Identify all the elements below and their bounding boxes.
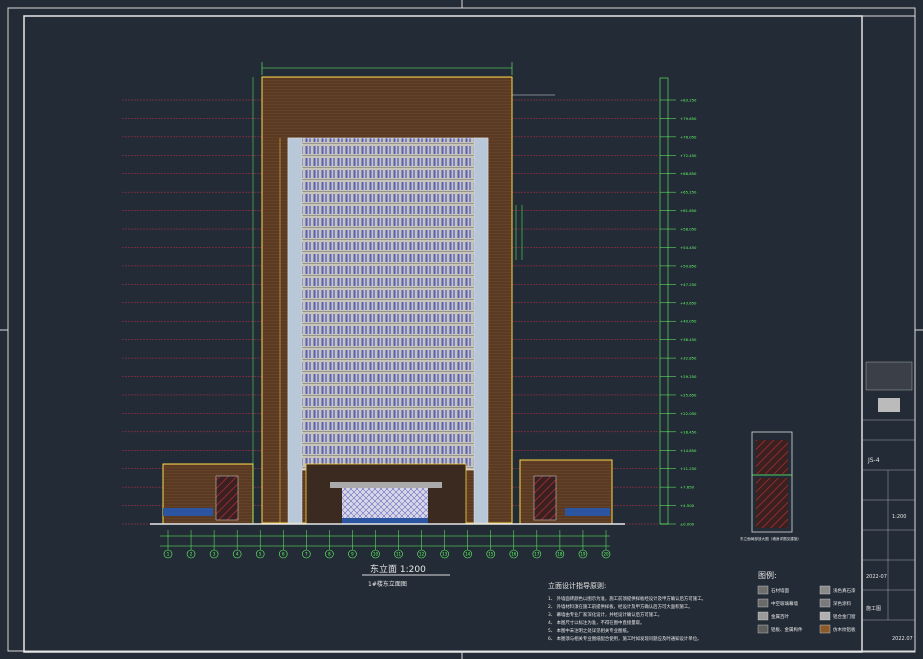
note-line: 6、 本图须与相关专业图纸配合使用，施工时如发现问题应及时通知设计单位。 bbox=[548, 635, 701, 642]
elevation-label: +76.050 bbox=[680, 134, 697, 139]
legend-label: 石材墙面 bbox=[771, 587, 789, 594]
grid-bubble-label: 10 bbox=[373, 552, 379, 557]
grid-bubble-label: 20 bbox=[603, 552, 609, 557]
grid-bubble-label: 6 bbox=[282, 552, 285, 557]
title-ratio: 1:200 bbox=[892, 514, 906, 520]
note-line: 1、 外墙面砖颜色以图示为准，施工前须提供样板经设计及甲方确认后方可施工。 bbox=[548, 595, 706, 602]
note-line: 4、 本图尺寸以标注为准，不得在图中直接量取。 bbox=[548, 619, 644, 626]
grid-bubble-label: 2 bbox=[190, 552, 193, 557]
elevation-label: +36.450 bbox=[680, 337, 697, 342]
legend-label: 浅色真石漆 bbox=[833, 587, 856, 594]
elevation-label: +54.450 bbox=[680, 245, 697, 250]
elevation-label: +72.450 bbox=[680, 153, 697, 158]
elevation-label: +58.050 bbox=[680, 227, 697, 232]
grid-bubble-label: 4 bbox=[236, 552, 239, 557]
elevation-label: +14.850 bbox=[680, 448, 697, 453]
grid-bubble-label: 15 bbox=[488, 552, 494, 557]
grid-bubble-label: 19 bbox=[580, 552, 586, 557]
legend-label: 仿木纹铝板 bbox=[833, 626, 856, 633]
legend-swatch bbox=[819, 598, 831, 608]
tower-side-annotation bbox=[512, 94, 555, 260]
drawing-subtitle: 1#楼东立面图 bbox=[368, 580, 407, 588]
legend-swatch bbox=[819, 585, 831, 595]
grid-bubble-label: 8 bbox=[328, 552, 331, 557]
grid-bubble-label: 11 bbox=[396, 552, 402, 557]
tower-curtain-wall bbox=[287, 137, 489, 471]
cad-drawing-canvas: JS-4 1:200 2022-07 施工图 2022.07 123456789… bbox=[0, 0, 923, 659]
title-stage: 施工图 bbox=[866, 605, 881, 612]
elevation-label: +29.250 bbox=[680, 374, 697, 379]
legend-swatch bbox=[757, 585, 769, 595]
legend-swatch bbox=[819, 624, 831, 634]
title-project-code: 2022-07 bbox=[866, 574, 887, 580]
legend-swatch bbox=[757, 598, 769, 608]
legend-label: 铝板、金属构件 bbox=[771, 626, 803, 633]
legend-label: 金属百叶 bbox=[771, 613, 789, 620]
axis-grid-bubbles: 1 2 3 4 5 6 7 8 9 10 11 12 13 14 15 16 17 18 19 20 bbox=[163, 530, 611, 559]
notes-title: 立面设计指导原则: bbox=[548, 581, 606, 590]
elevation-label: +83.250 bbox=[680, 98, 697, 103]
podium-left-canopy bbox=[163, 508, 213, 516]
elevation-label: +65.250 bbox=[680, 190, 697, 195]
grid-bubble-label: 13 bbox=[442, 552, 448, 557]
elevation-label: +43.650 bbox=[680, 300, 697, 305]
lobby-glazing bbox=[342, 488, 428, 522]
legend-label: 铝合金门窗 bbox=[833, 613, 856, 620]
drawing-scale-label: 东立面 1:200 bbox=[370, 563, 426, 575]
elevation-label: +25.650 bbox=[680, 392, 697, 397]
podium-right-canopy bbox=[565, 508, 610, 516]
grid-bubble-label: 18 bbox=[557, 552, 563, 557]
legend-label: 深色涂料 bbox=[833, 600, 851, 607]
grid-bubble-label: 16 bbox=[511, 552, 517, 557]
grid-bubble-label: 7 bbox=[305, 552, 308, 557]
grid-bubble-label: 9 bbox=[351, 552, 354, 557]
elevation-label: +47.250 bbox=[680, 282, 697, 287]
legend: 图例: 石材墙面 浅色真石漆中空玻璃幕墙 深色涂料金属百叶 铝合金门窗铝板、金属构件 仿… bbox=[757, 570, 856, 634]
grid-bubble-label: 3 bbox=[213, 552, 216, 557]
legend-title: 图例: bbox=[758, 570, 777, 580]
grid-bubble-label: 14 bbox=[465, 552, 471, 557]
legend-label: 中空玻璃幕墙 bbox=[771, 600, 798, 607]
title-block: JS-4 1:200 2022-07 施工图 2022.07 bbox=[861, 15, 916, 653]
lobby-canopy bbox=[330, 482, 442, 488]
elevation-label: +50.850 bbox=[680, 263, 697, 268]
legend-swatch bbox=[757, 624, 769, 634]
grid-bubble-label: 17 bbox=[534, 552, 540, 557]
elevation-label: +40.050 bbox=[680, 319, 697, 324]
tower-right-fin bbox=[473, 137, 489, 524]
note-line: 2、 外墙材料须在施工前提供样板，经设计及甲方确认后方可大面积施工。 bbox=[548, 603, 693, 610]
elevation-label: +68.850 bbox=[680, 171, 697, 176]
elevation-label: +7.650 bbox=[680, 485, 695, 490]
podium-right-hatch bbox=[533, 475, 557, 521]
legend-swatch bbox=[757, 611, 769, 621]
elevation-label: +18.450 bbox=[680, 429, 697, 434]
elevation-label: +22.050 bbox=[680, 411, 697, 416]
lobby-steps bbox=[342, 518, 428, 524]
detail-caption: 东立面局部放大图（墙身详图见建施） bbox=[740, 536, 801, 541]
title-sheet-no: JS-4 bbox=[867, 457, 880, 464]
grid-bubble-label: 5 bbox=[259, 552, 262, 557]
elevation-label: ±0.000 bbox=[680, 522, 695, 527]
legend-swatch bbox=[819, 611, 831, 621]
elevation-label: +4.500 bbox=[680, 503, 695, 508]
elevation-label: +79.650 bbox=[680, 116, 697, 121]
elevation-label: +11.250 bbox=[680, 466, 697, 471]
grid-bubble-label: 12 bbox=[419, 552, 425, 557]
podium-left-hatch bbox=[215, 475, 239, 521]
elevation-label: +32.850 bbox=[680, 356, 697, 361]
elevation-label: +61.650 bbox=[680, 208, 697, 213]
wall-detail: 东立面局部放大图（墙身详图见建施） bbox=[740, 431, 801, 541]
grid-bubble-label: 1 bbox=[167, 552, 170, 557]
note-line: 5、 本图中未注明之处详见相关专业图纸。 bbox=[548, 627, 631, 634]
note-line: 3、 幕墙由专业厂家深化设计，并经设计确认后方可施工。 bbox=[548, 611, 662, 618]
design-notes: 立面设计指导原则: 1、 外墙面砖颜色以图示为准，施工前须提供样板经设计及甲方确… bbox=[548, 581, 706, 642]
elevation-column: +83.250 +79.650 +76.050 +72.450 +68.850 +65.2… bbox=[659, 77, 697, 527]
tower-left-fin bbox=[287, 137, 303, 524]
title-date: 2022.07 bbox=[892, 636, 913, 642]
